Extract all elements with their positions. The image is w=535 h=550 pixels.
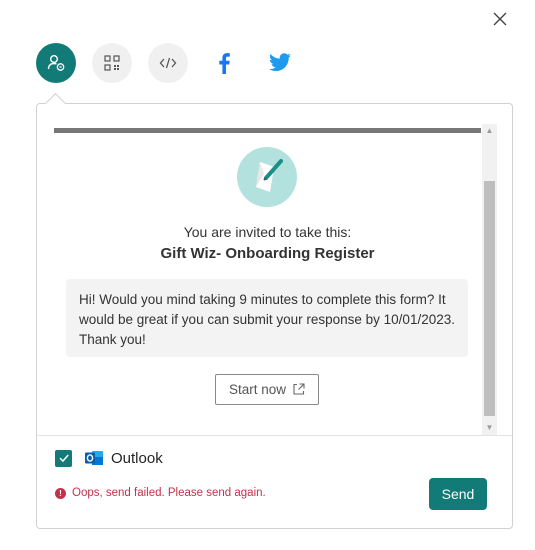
divider (37, 435, 512, 436)
form-document-icon (256, 159, 283, 192)
form-title: Gift Wiz- Onboarding Register (160, 245, 375, 262)
twitter-button[interactable] (260, 43, 300, 83)
qr-code-icon (104, 55, 120, 71)
invite-message: Hi! Would you mind taking 9 minutes to c… (66, 279, 468, 357)
start-now-button[interactable]: Start now (215, 374, 319, 405)
open-external-icon (293, 383, 305, 395)
person-link-icon (47, 55, 65, 71)
error-icon: ! (55, 487, 66, 499)
checkmark-icon (58, 454, 69, 463)
close-icon (493, 12, 507, 26)
share-panel: You are invited to take this: Gift Wiz- … (36, 103, 513, 529)
invite-text: You are invited to take this: (183, 224, 352, 240)
scroll-down-icon[interactable]: ▼ (482, 421, 497, 435)
outlook-option: Outlook (55, 446, 163, 470)
send-button[interactable]: Send (429, 478, 487, 510)
qr-code-button[interactable] (92, 43, 132, 83)
outlook-label: Outlook (111, 449, 163, 467)
share-link-button[interactable] (36, 43, 76, 83)
embed-code-icon (159, 57, 177, 69)
preview-scrollbar[interactable]: ▲ ▼ (482, 124, 497, 435)
scroll-up-icon[interactable]: ▲ (482, 124, 497, 138)
outlook-checkbox[interactable] (55, 449, 72, 467)
error-text: Oops, send failed. Please send again. (72, 487, 266, 499)
form-icon (237, 147, 297, 207)
form-preview: You are invited to take this: Gift Wiz- … (53, 124, 497, 434)
preview-header-bar (54, 128, 481, 133)
error-message: ! Oops, send failed. Please send again. (55, 487, 266, 499)
twitter-icon (269, 53, 291, 71)
embed-button[interactable] (148, 43, 188, 83)
scroll-thumb[interactable] (484, 181, 495, 416)
outlook-icon (85, 451, 103, 465)
close-button[interactable] (490, 9, 510, 29)
facebook-button[interactable] (204, 43, 244, 83)
facebook-icon (219, 53, 230, 74)
start-now-label: Start now (228, 382, 287, 397)
